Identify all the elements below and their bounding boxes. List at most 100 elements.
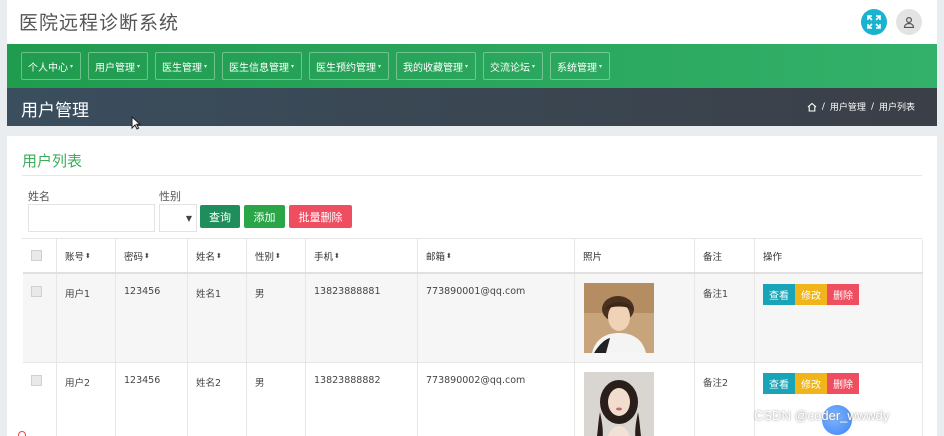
nav-item-user-manage[interactable]: 用户管理 ▾ <box>88 52 148 80</box>
chevron-down-icon: ▼ <box>185 213 192 223</box>
main-nav: 个人中心 ▾ 用户管理 ▾ 医生管理 ▾ 医生信息管理 ▾ 医生预约管理 ▾ 我的收藏管理… <box>7 44 937 88</box>
row-select-cell <box>23 363 57 436</box>
sort-icon: ⬍ <box>275 251 281 260</box>
cell-phone: 13823888881 <box>306 274 418 362</box>
chevron-down-icon: ▾ <box>599 62 603 70</box>
user-photo <box>584 372 654 436</box>
cell-email: 773890002@qq.com <box>418 363 575 436</box>
view-button[interactable]: 查看 <box>763 284 795 305</box>
cell-password: 123456 <box>116 274 188 362</box>
breadcrumb-separator: / <box>821 101 825 112</box>
sort-icon: ⬍ <box>446 251 452 260</box>
nav-item-personal-center[interactable]: 个人中心 ▾ <box>21 52 81 80</box>
sort-icon: ⬍ <box>334 251 340 260</box>
nav-item-forum[interactable]: 交流论坛 ▾ <box>483 52 543 80</box>
header-email[interactable]: 邮箱 ⬍ <box>418 239 575 272</box>
sex-select[interactable]: ▼ <box>159 204 197 232</box>
chevron-down-icon: ▾ <box>378 62 382 70</box>
expand-icon <box>867 15 881 29</box>
table-header-row: 账号 ⬍ 密码 ⬍ 姓名 ⬍ 性别 ⬍ 手机 ⬍ 邮箱 ⬍ 照片 备注 操作 <box>23 239 923 274</box>
row-select-cell <box>23 274 57 362</box>
cell-password: 123456 <box>116 363 188 436</box>
nav-item-label: 医生信息管理 <box>229 62 289 74</box>
nav-item-doctor-info-manage[interactable]: 医生信息管理 ▾ <box>222 52 302 80</box>
watermark: CSDN @coder_wwwdy <box>754 408 890 423</box>
page-title: 用户管理 <box>21 101 89 121</box>
cell-sex: 男 <box>247 363 306 436</box>
divider <box>22 175 922 176</box>
chevron-down-icon: ▾ <box>137 62 141 70</box>
header-action: 操作 <box>755 239 923 272</box>
name-label: 姓名 <box>28 190 50 203</box>
select-all-checkbox[interactable] <box>31 250 42 261</box>
view-button[interactable]: 查看 <box>763 373 795 394</box>
cell-name: 姓名2 <box>188 363 247 436</box>
sort-icon: ⬍ <box>144 251 150 260</box>
header-sex[interactable]: 性别 ⬍ <box>247 239 306 272</box>
nav-item-label: 交流论坛 <box>490 62 530 74</box>
home-icon[interactable] <box>807 102 817 112</box>
cell-account: 用户2 <box>57 363 116 436</box>
row-checkbox[interactable] <box>31 375 42 386</box>
chevron-down-icon: ▾ <box>204 62 208 70</box>
header-note: 备注 <box>695 239 755 272</box>
fullscreen-button[interactable] <box>861 9 887 35</box>
cell-note: 备注1 <box>695 274 755 362</box>
user-menu-button[interactable] <box>896 9 922 35</box>
delete-button[interactable]: 删除 <box>827 284 859 305</box>
cell-name: 姓名1 <box>188 274 247 362</box>
header-label: 姓名 <box>196 251 216 263</box>
nav-item-label: 用户管理 <box>95 62 135 74</box>
header-label: 邮箱 <box>426 251 446 263</box>
header-password[interactable]: 密码 ⬍ <box>116 239 188 272</box>
breadcrumb-item-user-manage[interactable]: 用户管理 <box>830 100 866 113</box>
cell-photo <box>575 363 695 436</box>
user-photo <box>584 283 654 353</box>
panel-title: 用户列表 <box>22 152 83 170</box>
cell-actions: 查看 修改 删除 <box>755 274 923 362</box>
table-row: 用户2 123456 姓名2 男 13823888882 773890002@q… <box>23 363 923 436</box>
add-button[interactable]: 添加 <box>244 205 285 228</box>
header-select-cell <box>23 239 57 272</box>
nav-item-label: 医生管理 <box>162 62 202 74</box>
edit-button[interactable]: 修改 <box>795 284 827 305</box>
user-list-panel: 用户列表 姓名 性别 ▼ 查询 添加 批量删除 账号 ⬍ 密码 ⬍ 姓名 ⬍ 性别 ⬍ … <box>7 136 937 436</box>
header-label: 账号 <box>65 251 85 263</box>
user-icon <box>903 16 915 28</box>
sex-label: 性别 <box>159 190 181 203</box>
nav-item-label: 系统管理 <box>557 62 597 74</box>
chevron-down-icon: ▾ <box>532 62 536 70</box>
chevron-down-icon: ▾ <box>465 62 469 70</box>
nav-item-system-manage[interactable]: 系统管理 ▾ <box>550 52 610 80</box>
cell-email: 773890001@qq.com <box>418 274 575 362</box>
edit-button[interactable]: 修改 <box>795 373 827 394</box>
header-label: 手机 <box>314 251 334 263</box>
row-checkbox[interactable] <box>31 286 42 297</box>
sort-icon: ⬍ <box>216 251 222 260</box>
nav-item-appointment-manage[interactable]: 医生预约管理 ▾ <box>309 52 389 80</box>
delete-button[interactable]: 删除 <box>827 373 859 394</box>
breadcrumb-separator: / <box>870 101 874 112</box>
query-button[interactable]: 查询 <box>200 205 240 228</box>
table-row: 用户1 123456 姓名1 男 13823888881 773890001@q… <box>23 274 923 363</box>
nav-item-favorites-manage[interactable]: 我的收藏管理 ▾ <box>396 52 476 80</box>
breadcrumb-item-user-list: 用户列表 <box>878 103 915 113</box>
cell-phone: 13823888882 <box>306 363 418 436</box>
header-photo: 照片 <box>575 239 695 272</box>
red-dot-marker <box>18 431 26 436</box>
nav-item-label: 个人中心 <box>28 62 68 74</box>
header-phone[interactable]: 手机 ⬍ <box>306 239 418 272</box>
cell-account: 用户1 <box>57 274 116 362</box>
nav-item-doctor-manage[interactable]: 医生管理 ▾ <box>155 52 215 80</box>
cell-photo <box>575 274 695 362</box>
name-input[interactable] <box>28 204 155 232</box>
header-label: 密码 <box>124 251 144 263</box>
header-account[interactable]: 账号 ⬍ <box>57 239 116 272</box>
user-table: 账号 ⬍ 密码 ⬍ 姓名 ⬍ 性别 ⬍ 手机 ⬍ 邮箱 ⬍ 照片 备注 操作 用户1 123… <box>22 238 923 436</box>
batch-delete-button[interactable]: 批量删除 <box>289 205 352 228</box>
mouse-cursor <box>131 115 142 133</box>
header-name[interactable]: 姓名 ⬍ <box>188 239 247 272</box>
nav-item-label: 我的收藏管理 <box>403 62 463 74</box>
app-title: 医院远程诊断系统 <box>19 12 180 34</box>
header-label: 性别 <box>255 251 275 263</box>
